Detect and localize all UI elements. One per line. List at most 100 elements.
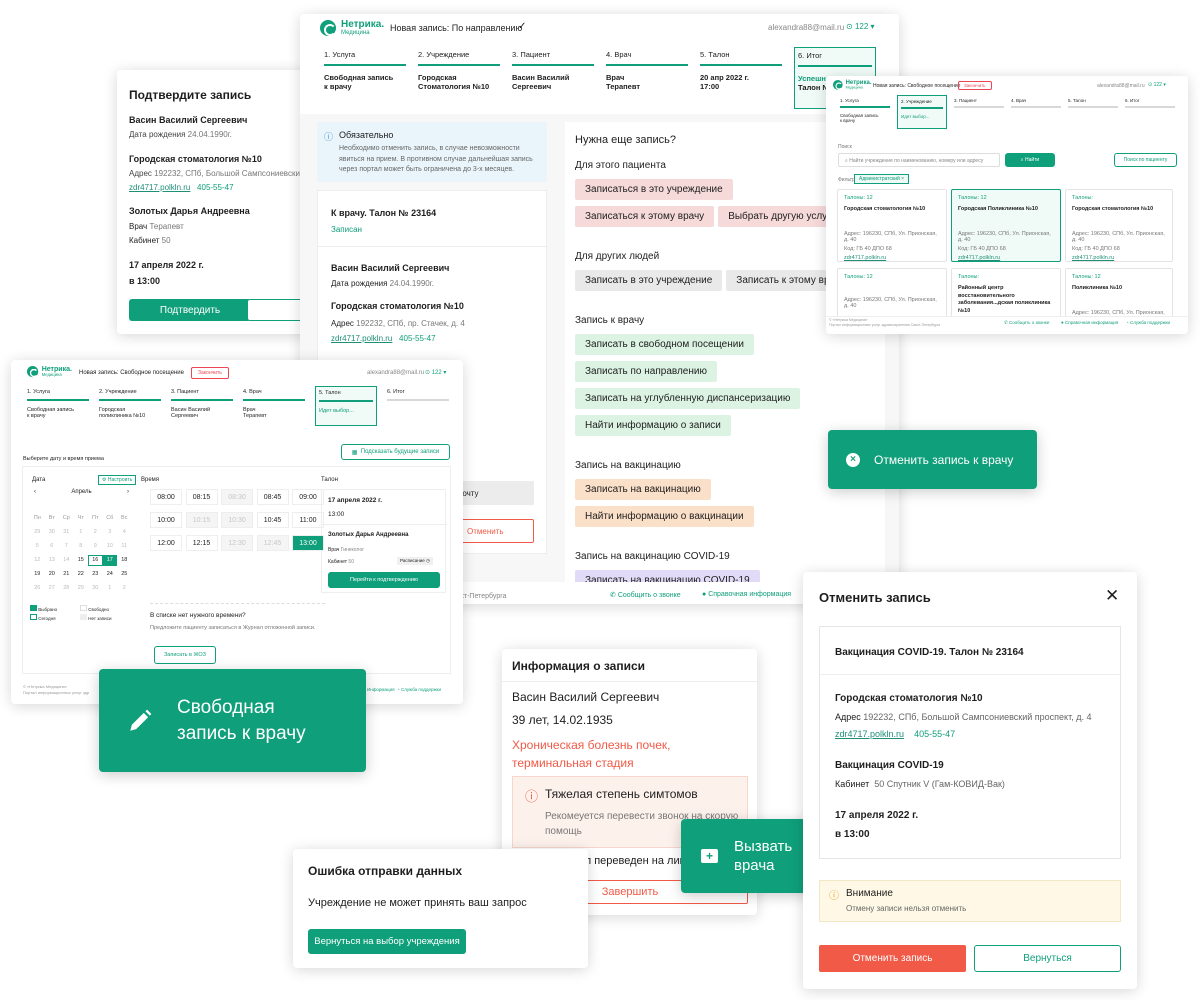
site-link[interactable]: zdr4717.polkln.ru xyxy=(129,183,190,192)
action-chip[interactable]: Записаться к этому врачу xyxy=(575,206,715,227)
step-4[interactable]: 4. Врач Врач Терапевт xyxy=(243,389,305,419)
calendar-day[interactable]: 13 xyxy=(45,557,60,563)
institution-card[interactable]: Талоны: 12 Адрес: 196230, СПб, Ул. Прионс… xyxy=(837,268,947,322)
calendar-day[interactable]: 15 xyxy=(74,557,89,563)
user-email[interactable]: alexandra88@mail.ru xyxy=(768,23,844,32)
calendar-day[interactable]: 21 xyxy=(59,571,74,577)
calendar-day[interactable]: 2 xyxy=(117,585,132,591)
institution-site[interactable]: zdr4717.polkln.ru xyxy=(1072,255,1166,261)
action-chip[interactable]: Записать по направлению xyxy=(575,361,717,382)
close-icon[interactable]: ✕ xyxy=(1105,586,1119,606)
institution-site[interactable]: zdr4717.polkln.ru xyxy=(844,255,940,261)
time-slot[interactable]: 09:00 xyxy=(292,489,324,505)
confirm-button[interactable]: Подтвердить xyxy=(129,299,251,321)
calendar-day[interactable]: 22 xyxy=(74,571,89,577)
calendar-day[interactable]: 27 xyxy=(45,585,60,591)
calendar-day[interactable]: 23 xyxy=(88,571,103,577)
calendar-day[interactable]: 9 xyxy=(88,543,103,549)
calendar-day[interactable]: 7 xyxy=(59,543,74,549)
phone-link[interactable]: 405-55-47 xyxy=(914,729,955,739)
calendar-day[interactable]: 11 xyxy=(117,543,132,549)
time-slot[interactable]: 08:45 xyxy=(256,489,289,505)
step-5[interactable]: 5. Талон 20 апр 2022 г. 17:00 xyxy=(700,50,782,91)
footer-info-link[interactable]: Информация xyxy=(367,687,395,692)
step-2[interactable]: 2. Учреждение Городская Стоматология №10 xyxy=(418,50,500,91)
step-1[interactable]: 1. Услуга Свободная запись к врачу xyxy=(27,389,89,419)
phone-link[interactable]: 405-55-47 xyxy=(197,183,233,192)
action-chip[interactable]: Записать в свободном посещении xyxy=(575,334,754,355)
time-slot[interactable]: 12:45 xyxy=(256,535,289,551)
finish-button[interactable]: Закончить xyxy=(191,367,229,379)
calendar-day[interactable]: 10 xyxy=(103,543,118,549)
step-5[interactable]: 5. Талон xyxy=(1068,98,1118,113)
month-switch[interactable]: ‹ Апрель › xyxy=(30,489,133,501)
footer-call-link[interactable]: ✆ Сообщить о звонке xyxy=(610,591,681,599)
action-chip[interactable]: Найти информацию о вакцинации xyxy=(575,506,754,527)
time-slot[interactable]: 08:00 xyxy=(150,489,182,505)
time-slot[interactable]: 12:30 xyxy=(221,535,253,551)
time-slot[interactable]: 13:00 xyxy=(292,535,324,551)
step-5[interactable]: 5. Талон Идет выбор... xyxy=(315,386,377,426)
step-2[interactable]: 2. Учреждение Городская поликлиника №10 xyxy=(99,389,161,419)
confirm-cancel-button[interactable]: Отменить запись xyxy=(819,945,966,972)
institution-site[interactable]: zdr4717.polkln.ru xyxy=(958,255,1054,261)
future-records-button[interactable]: ▦ Подсказать будущие записи xyxy=(341,444,450,460)
chevron-right-icon[interactable]: › xyxy=(127,489,129,501)
institution-card[interactable]: Талоны: 12 Поликлиника №10 Адрес: 196230, … xyxy=(1065,268,1173,322)
time-slot[interactable]: 10:45 xyxy=(256,512,289,528)
step-3[interactable]: 3. Пациент Васин Василий Сергеевич xyxy=(171,389,233,419)
calendar-day[interactable]: 30 xyxy=(88,585,103,591)
time-slot[interactable]: 08:30 xyxy=(221,489,253,505)
step-1[interactable]: 1. Услуга Свободная запись к врачу xyxy=(324,50,406,91)
institution-card[interactable]: Талоны: Городская стоматология №10 Адрес: … xyxy=(1065,189,1173,262)
setup-button[interactable]: ⚙ Настроить xyxy=(98,475,137,485)
calendar-day[interactable]: 14 xyxy=(59,557,74,563)
calendar-day[interactable]: 5 xyxy=(30,543,45,549)
brand-logo[interactable]: Нетрика. Медицина xyxy=(833,80,871,90)
action-chip[interactable]: Записать на вакцинацию xyxy=(575,479,711,500)
calendar-day[interactable]: 25 xyxy=(117,571,132,577)
time-slot[interactable]: 11:00 xyxy=(292,512,324,528)
calendar-day[interactable]: 8 xyxy=(74,543,89,549)
calendar-day[interactable]: 2 xyxy=(88,529,103,535)
institution-card[interactable]: Талоны: 12 Городская стоматология №10 Адре… xyxy=(837,189,947,262)
step-3[interactable]: 3. Пациент xyxy=(954,98,1004,113)
time-slot[interactable]: 10:30 xyxy=(221,512,253,528)
back-to-institution-button[interactable]: Вернуться на выбор учреждения xyxy=(308,929,466,954)
user-email[interactable]: alexandra88@mail.ru xyxy=(367,370,424,376)
calendar-day[interactable]: 1 xyxy=(103,585,118,591)
search-patient-button[interactable]: Поиск по пациенту xyxy=(1114,153,1177,167)
step-3[interactable]: 3. Пациент Васин Василий Сергеевич xyxy=(512,50,594,91)
calendar-day[interactable]: 26 xyxy=(30,585,45,591)
step-4[interactable]: 4. Врач xyxy=(1011,98,1061,113)
jozz-button[interactable]: Записать в ЖОЗ xyxy=(154,646,216,664)
time-slot[interactable]: 10:15 xyxy=(185,512,218,528)
step-2[interactable]: 2. Учреждение Идет выбор... xyxy=(897,95,947,129)
calendar-day[interactable]: 3 xyxy=(103,529,118,535)
action-chip[interactable]: Записать на углубленную диспансеризацию xyxy=(575,388,801,409)
time-slot[interactable]: 08:15 xyxy=(185,489,218,505)
calendar-day[interactable]: 19 xyxy=(30,571,45,577)
step-1[interactable]: 1. Услуга Свободная запись к врачу xyxy=(840,98,890,123)
calendar-day[interactable]: 1 xyxy=(74,529,89,535)
filter-chip[interactable]: Администратский × xyxy=(854,174,910,184)
user-email[interactable]: alexandra88@mail.ru xyxy=(1097,83,1145,89)
calendar-day[interactable]: 28 xyxy=(59,585,74,591)
search-input[interactable]: ⌕ Найти учреждение по наименованию, номе… xyxy=(838,153,1000,167)
action-chip[interactable]: Найти информацию о записи xyxy=(575,415,731,436)
calendar-day[interactable]: 20 xyxy=(45,571,60,577)
go-confirm-button[interactable]: Перейти к подтверждению xyxy=(328,572,440,588)
counter-badge[interactable]: ⊙ 122 ▾ xyxy=(1148,82,1166,88)
time-slot[interactable]: 10:00 xyxy=(150,512,182,528)
calendar-day[interactable]: 12 xyxy=(30,557,45,563)
step-6[interactable]: 6. Итог xyxy=(387,389,449,407)
footer-call-link[interactable]: ✆ Сообщить о звонке xyxy=(1004,320,1049,326)
finish-button[interactable]: Закончить xyxy=(958,81,992,90)
time-slot[interactable]: 12:00 xyxy=(150,535,182,551)
footer-help-link[interactable]: ◔ Служба поддержки xyxy=(397,687,441,692)
calendar-day[interactable]: 30 xyxy=(45,529,60,535)
chevron-left-icon[interactable]: ‹ xyxy=(34,489,36,501)
step-4[interactable]: 4. Врач Врач Терапевт xyxy=(606,50,688,91)
calendar-day[interactable]: 6 xyxy=(45,543,60,549)
calendar-day[interactable]: 4 xyxy=(117,529,132,535)
